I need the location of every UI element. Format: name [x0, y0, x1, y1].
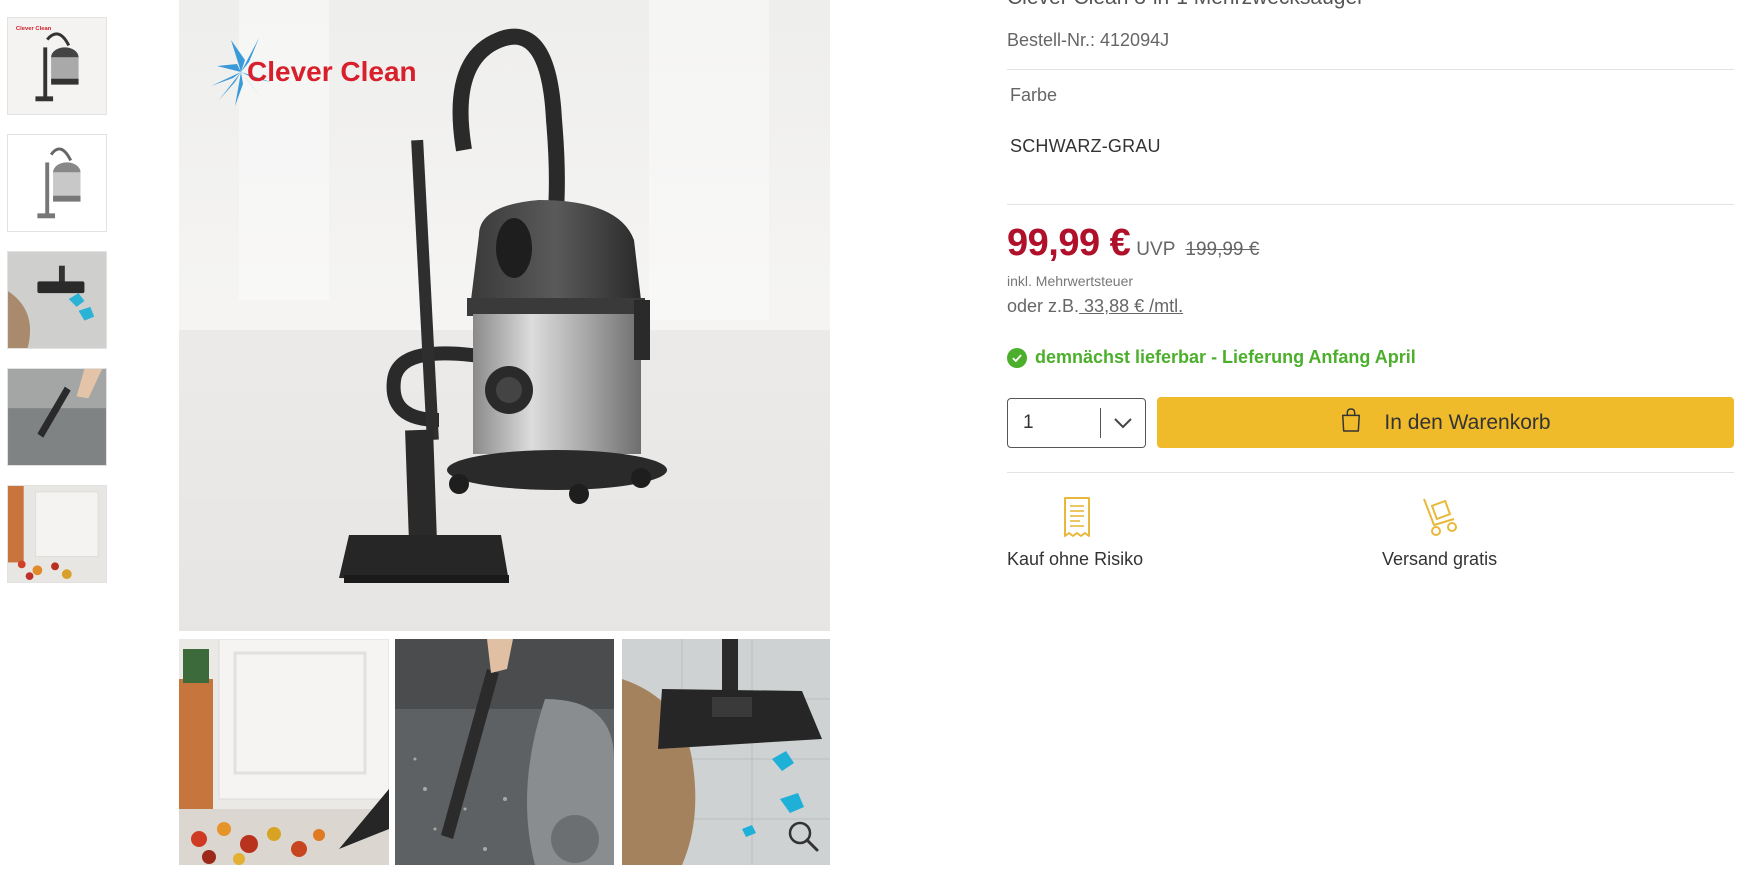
benefit-label: Versand gratis — [1382, 549, 1498, 569]
thumbnail-1[interactable]: Clever Clean — [7, 17, 107, 115]
color-label: Farbe — [1010, 85, 1058, 105]
shopping-bag-icon — [1340, 407, 1362, 438]
hand-truck-icon — [1420, 495, 1462, 539]
check-circle-icon — [1007, 347, 1027, 368]
price-row: 99,99 € UVP 199,99 € — [1007, 222, 1259, 265]
old-price: 199,99 € — [1185, 239, 1260, 260]
add-to-cart-label: In den Warenkorb — [1384, 410, 1551, 434]
svg-text:Clever Clean: Clever Clean — [247, 56, 417, 87]
chevron-down-icon[interactable] — [1101, 417, 1145, 429]
receipt-icon — [1062, 495, 1092, 539]
add-to-cart-button[interactable]: In den Warenkorb — [1157, 397, 1734, 448]
thumbnail-2[interactable] — [7, 134, 107, 232]
installment-info: oder z.B. 33,88 € /mtl. — [1007, 296, 1183, 317]
order-number: Bestell-Nr.: 412094J — [1007, 30, 1170, 50]
zoom-icon[interactable] — [786, 819, 820, 853]
gallery-image-car[interactable] — [395, 639, 614, 865]
main-product-image[interactable]: Clever Clean Clever Clean — [179, 0, 830, 631]
thumbnail-3[interactable] — [7, 251, 107, 349]
thumbnail-5[interactable] — [7, 485, 107, 583]
product-title: Clever Clean 3-in-1 Mehrzwecksauger — [1007, 0, 1364, 10]
benefit-free-shipping: Versand gratis — [1382, 495, 1497, 570]
uvp-label: UVP — [1136, 239, 1176, 260]
availability-status: demnächst lieferbar - Lieferung Anfang A… — [1007, 347, 1416, 368]
vat-note: inkl. Mehrwertsteuer — [1007, 273, 1134, 289]
color-option-selected[interactable]: SCHWARZ-GRAU — [1010, 136, 1161, 157]
benefit-risk-free: Kauf ohne Risiko — [1007, 495, 1143, 570]
svg-text:Clever Clean: Clever Clean — [16, 26, 52, 32]
divider — [1007, 472, 1734, 473]
availability-text: demnächst lieferbar - Lieferung Anfang A… — [1035, 347, 1416, 367]
installment-prefix: oder z.B. — [1007, 296, 1080, 316]
divider — [1007, 204, 1734, 205]
installment-link[interactable]: 33,88 € /mtl. — [1079, 296, 1183, 316]
divider — [1007, 69, 1734, 70]
quantity-select[interactable]: 1 — [1007, 398, 1146, 448]
gallery-image-floor[interactable] — [622, 639, 830, 865]
thumbnail-4[interactable] — [7, 368, 107, 466]
quantity-value: 1 — [1023, 412, 1034, 433]
benefit-label: Kauf ohne Risiko — [1007, 549, 1144, 569]
product-page: Clever Clean Clever Clean Bestell-Nr.: 4… — [0, 0, 1740, 870]
gallery-image-leaves[interactable] — [179, 639, 389, 865]
current-price: 99,99 € — [1007, 222, 1131, 264]
